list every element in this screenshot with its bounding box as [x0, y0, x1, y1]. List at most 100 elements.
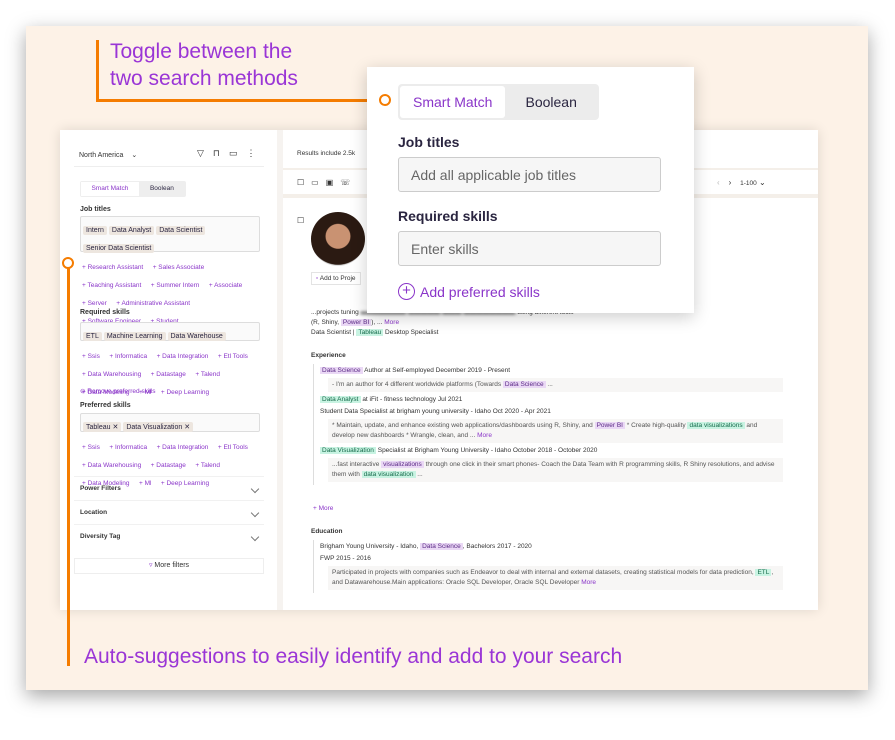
more-link[interactable]: More [384, 319, 399, 326]
text: ... [415, 471, 423, 478]
job-suggestions: + Research Assistant + Sales Associate +… [82, 256, 257, 328]
suggestion-item[interactable]: + Server [82, 300, 107, 307]
candidate-checkbox[interactable]: ☐ [297, 216, 304, 225]
close-icon[interactable]: ✕ [182, 424, 190, 431]
skill-chip[interactable]: Data Warehouse [167, 332, 226, 341]
more-experience-link[interactable]: + More [313, 503, 333, 514]
education-title: , Bachelors 2017 - 2020 [462, 543, 532, 550]
more-link[interactable]: More [477, 432, 492, 439]
add-to-project-button[interactable]: ▫ Add to Proje [311, 272, 361, 285]
region-select[interactable]: North America ⌄ [79, 151, 137, 159]
more-icon[interactable]: ⋮ [246, 148, 264, 158]
experience-title: Student Data Specialist at brigham young… [320, 408, 551, 415]
phone-icon[interactable]: ☏ [340, 178, 357, 187]
filter-icon: ▿ [148, 562, 153, 569]
suggestion-item[interactable]: + Data Integration [157, 353, 209, 360]
skill-highlight: Data Visualization [320, 447, 376, 454]
annotation-line [96, 40, 99, 101]
education-title: Brigham Young University - Idaho, [320, 543, 421, 550]
suggestion-item[interactable]: + Teaching Assistant [82, 282, 141, 289]
remove-preferred-button[interactable]: ⊖ Remove preferred skills [80, 386, 156, 397]
folder-icon[interactable]: ▭ [229, 148, 247, 158]
skill-highlight: data visualizations [687, 422, 745, 429]
experience-title: Specialist at Brigham Young University -… [377, 447, 598, 454]
close-icon[interactable]: ✕ [111, 424, 118, 431]
suggestion-item[interactable]: + Talend [195, 462, 220, 469]
job-title-chip[interactable]: Senior Data Scientist [83, 244, 155, 253]
minus-circle-icon: ⊖ [80, 388, 86, 395]
filter-diversity-tag[interactable]: Diversity Tag [74, 524, 264, 548]
suggestion-item[interactable]: + Informatica [109, 444, 147, 451]
suggestion-item[interactable]: + Research Assistant [82, 264, 143, 271]
add-to-project-label: Add to Proje [319, 275, 356, 282]
experience-item: Data Analyst at iFit - fitness technolog… [320, 395, 783, 405]
skills-input[interactable]: Enter skills [398, 231, 661, 266]
suggestion-item[interactable]: + Etl Tools [218, 353, 248, 360]
skill-chip[interactable]: Tableau ✕ [83, 422, 122, 432]
skill-highlight: Power BI [594, 422, 625, 429]
tab-smart-match[interactable]: Smart Match [81, 182, 139, 196]
skill-highlight: ETL [755, 569, 772, 576]
tab-boolean[interactable]: Boolean [139, 182, 185, 196]
job-title-chip[interactable]: Data Scientist [156, 226, 206, 235]
suggestion-item[interactable]: + Summer Intern [151, 282, 200, 289]
more-filters-button[interactable]: ▿ More filters [74, 558, 264, 574]
filter-icon[interactable]: ▽ [197, 148, 213, 158]
skill-highlight: Data Science [420, 543, 463, 550]
suggestion-item[interactable]: + Data Warehousing [82, 371, 141, 378]
skill-highlight: Tableau [356, 329, 384, 336]
bookmark-icon[interactable]: ⊓ [213, 148, 229, 158]
required-skills-input[interactable]: ETL Machine Learning Data Warehouse [80, 322, 260, 341]
suggestion-item[interactable]: + Ssis [82, 444, 100, 451]
job-titles-label: Job titles [80, 206, 111, 213]
suggestion-item[interactable]: + Sales Associate [153, 264, 205, 271]
experience-item: Data Visualization Specialist at Brigham… [320, 446, 783, 456]
preferred-skills-input[interactable]: Tableau ✕ Data Visualization ✕ [80, 413, 260, 432]
checkbox[interactable]: ☐ [297, 178, 311, 187]
text: Participated in projects with companies … [332, 569, 756, 576]
suggestion-item[interactable]: + Deep Learning [161, 389, 209, 396]
chevron-down-icon[interactable] [250, 508, 260, 517]
suggestion-item[interactable]: + Associate [209, 282, 242, 289]
job-titles-input[interactable]: Intern Data Analyst Data ScientistSenior D… [80, 216, 260, 253]
skill-chip[interactable]: Data Visualization ✕ [123, 422, 194, 432]
folder-icon[interactable]: ▭ [311, 178, 326, 187]
suggestion-item[interactable]: + Ssis [82, 353, 100, 360]
annotation-dot [62, 257, 74, 269]
skill-highlight: data visualization [361, 471, 416, 478]
job-title-chip[interactable]: Data Analyst [108, 226, 155, 235]
prev-icon[interactable]: ‹ [717, 178, 720, 187]
filter-location[interactable]: Location [74, 500, 264, 524]
filter-power-filters[interactable]: Power Filters [74, 476, 264, 500]
chevron-down-icon[interactable] [250, 532, 260, 541]
message-icon[interactable]: ▣ [326, 178, 341, 187]
skill-highlight: Data Analyst [320, 396, 361, 403]
experience-list: Data Science Author at Self-employed Dec… [313, 364, 783, 485]
suggestion-item[interactable]: + Etl Tools [218, 444, 248, 451]
chevron-down-icon[interactable] [250, 484, 260, 493]
next-icon[interactable]: › [729, 178, 732, 187]
suggestion-item[interactable]: + Administrative Assistant [116, 300, 190, 307]
suggestion-item[interactable]: + Talend [195, 371, 220, 378]
suggestion-item[interactable]: + Data Warehousing [82, 462, 141, 469]
education-heading: Education [311, 528, 343, 535]
required-skills-label: Required skills [398, 208, 498, 224]
skill-chip[interactable]: ETL [83, 332, 102, 341]
suggestion-item[interactable]: + Datastage [151, 371, 186, 378]
suggestion-item[interactable]: + Datastage [151, 462, 186, 469]
text: * Maintain, update, and enhance existing… [332, 422, 595, 429]
suggestion-item[interactable]: + Data Integration [157, 444, 209, 451]
suggestion-item[interactable]: + Informatica [109, 353, 147, 360]
more-link[interactable]: More [581, 579, 596, 586]
skill-chip[interactable]: Machine Learning [103, 332, 166, 341]
job-title-chip[interactable]: Intern [83, 226, 107, 235]
page-range[interactable]: 1-100 [740, 180, 757, 187]
job-titles-input[interactable]: Add all applicable job titles [398, 157, 661, 192]
tab-smart-match[interactable]: Smart Match [400, 86, 506, 118]
add-preferred-skills-button[interactable]: + Add preferred skills [398, 283, 540, 300]
skill-highlight: Data Science [502, 381, 546, 388]
skill-highlight: Data Science [320, 367, 363, 374]
tab-boolean[interactable]: Boolean [505, 86, 597, 118]
experience-item: Data Science Author at Self-employed Dec… [320, 366, 783, 376]
add-preferred-label: Add preferred skills [420, 283, 540, 300]
